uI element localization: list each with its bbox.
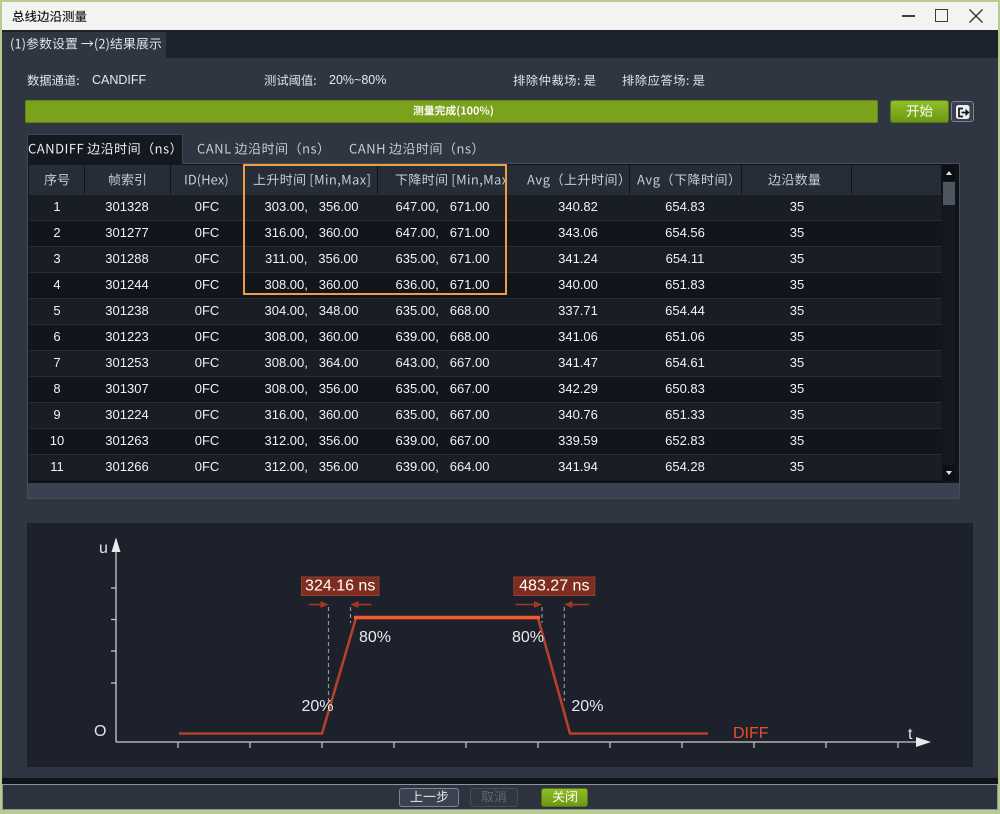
svg-text:20%: 20% [302, 698, 334, 715]
svg-text:t: t [908, 726, 913, 743]
svg-text:20%: 20% [571, 698, 603, 715]
svg-text:80%: 80% [359, 629, 391, 646]
svg-text:324.16 ns: 324.16 ns [305, 578, 375, 595]
svg-text:u: u [99, 540, 108, 557]
svg-text:80%: 80% [512, 629, 544, 646]
svg-text:O: O [94, 723, 106, 740]
svg-text:483.27 ns: 483.27 ns [519, 578, 589, 595]
svg-text:DIFF: DIFF [733, 725, 769, 742]
